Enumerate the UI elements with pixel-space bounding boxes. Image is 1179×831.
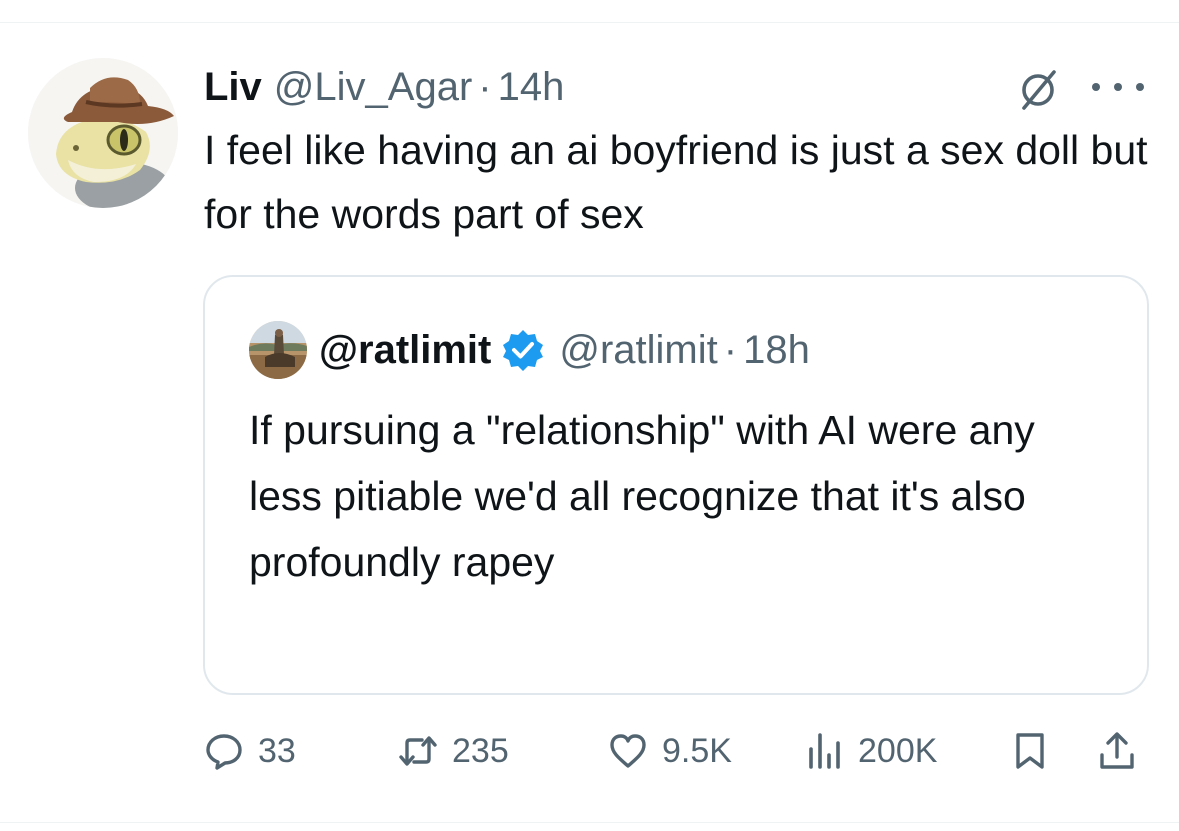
desert-rider-avatar-image <box>249 321 307 379</box>
tweet-text: I feel like having an ai boyfriend is ju… <box>204 127 1148 237</box>
heart-icon <box>610 734 646 768</box>
repost-count: 235 <box>452 731 509 770</box>
more-dot <box>1136 83 1144 91</box>
quoted-tweet-card[interactable]: @ratlimit @ratlimit · 18h If pursuing a … <box>203 275 1149 695</box>
quote-header: @ratlimit @ratlimit · 18h <box>319 325 810 375</box>
quote-separator-dot: · <box>723 327 738 372</box>
quote-timestamp[interactable]: 18h <box>743 328 810 373</box>
author-handle[interactable]: @Liv_Agar <box>274 65 472 110</box>
like-button[interactable]: 9.5K <box>608 728 732 774</box>
like-count: 9.5K <box>662 731 732 770</box>
grok-icon[interactable] <box>1016 68 1060 112</box>
more-icon[interactable] <box>1092 72 1144 102</box>
bookmark-button[interactable] <box>1010 728 1050 774</box>
author-avatar[interactable] <box>28 58 178 208</box>
tweet-timestamp[interactable]: 14h <box>498 65 565 110</box>
quote-handle[interactable]: @ratlimit <box>559 328 717 373</box>
more-dot <box>1114 83 1122 91</box>
author-display-name[interactable]: Liv <box>204 65 262 110</box>
views-count: 200K <box>858 731 938 770</box>
quote-display-name[interactable]: @ratlimit <box>319 328 491 373</box>
bookmark-icon <box>1016 733 1044 769</box>
share-icon <box>1100 732 1134 769</box>
share-button[interactable] <box>1097 728 1137 774</box>
quote-text: If pursuing a "relationship" with AI wer… <box>249 407 1035 585</box>
bottom-divider <box>0 822 1179 823</box>
top-divider <box>0 22 1179 23</box>
reply-icon <box>206 734 242 770</box>
more-dot <box>1092 83 1100 91</box>
gecko-avatar-image <box>28 58 178 208</box>
verified-badge-icon <box>503 330 544 371</box>
separator-dot: · <box>478 64 492 109</box>
quote-author-avatar[interactable] <box>249 321 307 379</box>
tweet-header: Liv @Liv_Agar · 14h <box>204 62 564 112</box>
repost-icon <box>399 736 437 766</box>
reply-count: 33 <box>258 731 296 770</box>
views-button[interactable]: 200K <box>804 728 937 774</box>
reply-button[interactable]: 33 <box>204 728 296 774</box>
views-icon <box>809 733 840 769</box>
repost-button[interactable]: 235 <box>398 728 509 774</box>
